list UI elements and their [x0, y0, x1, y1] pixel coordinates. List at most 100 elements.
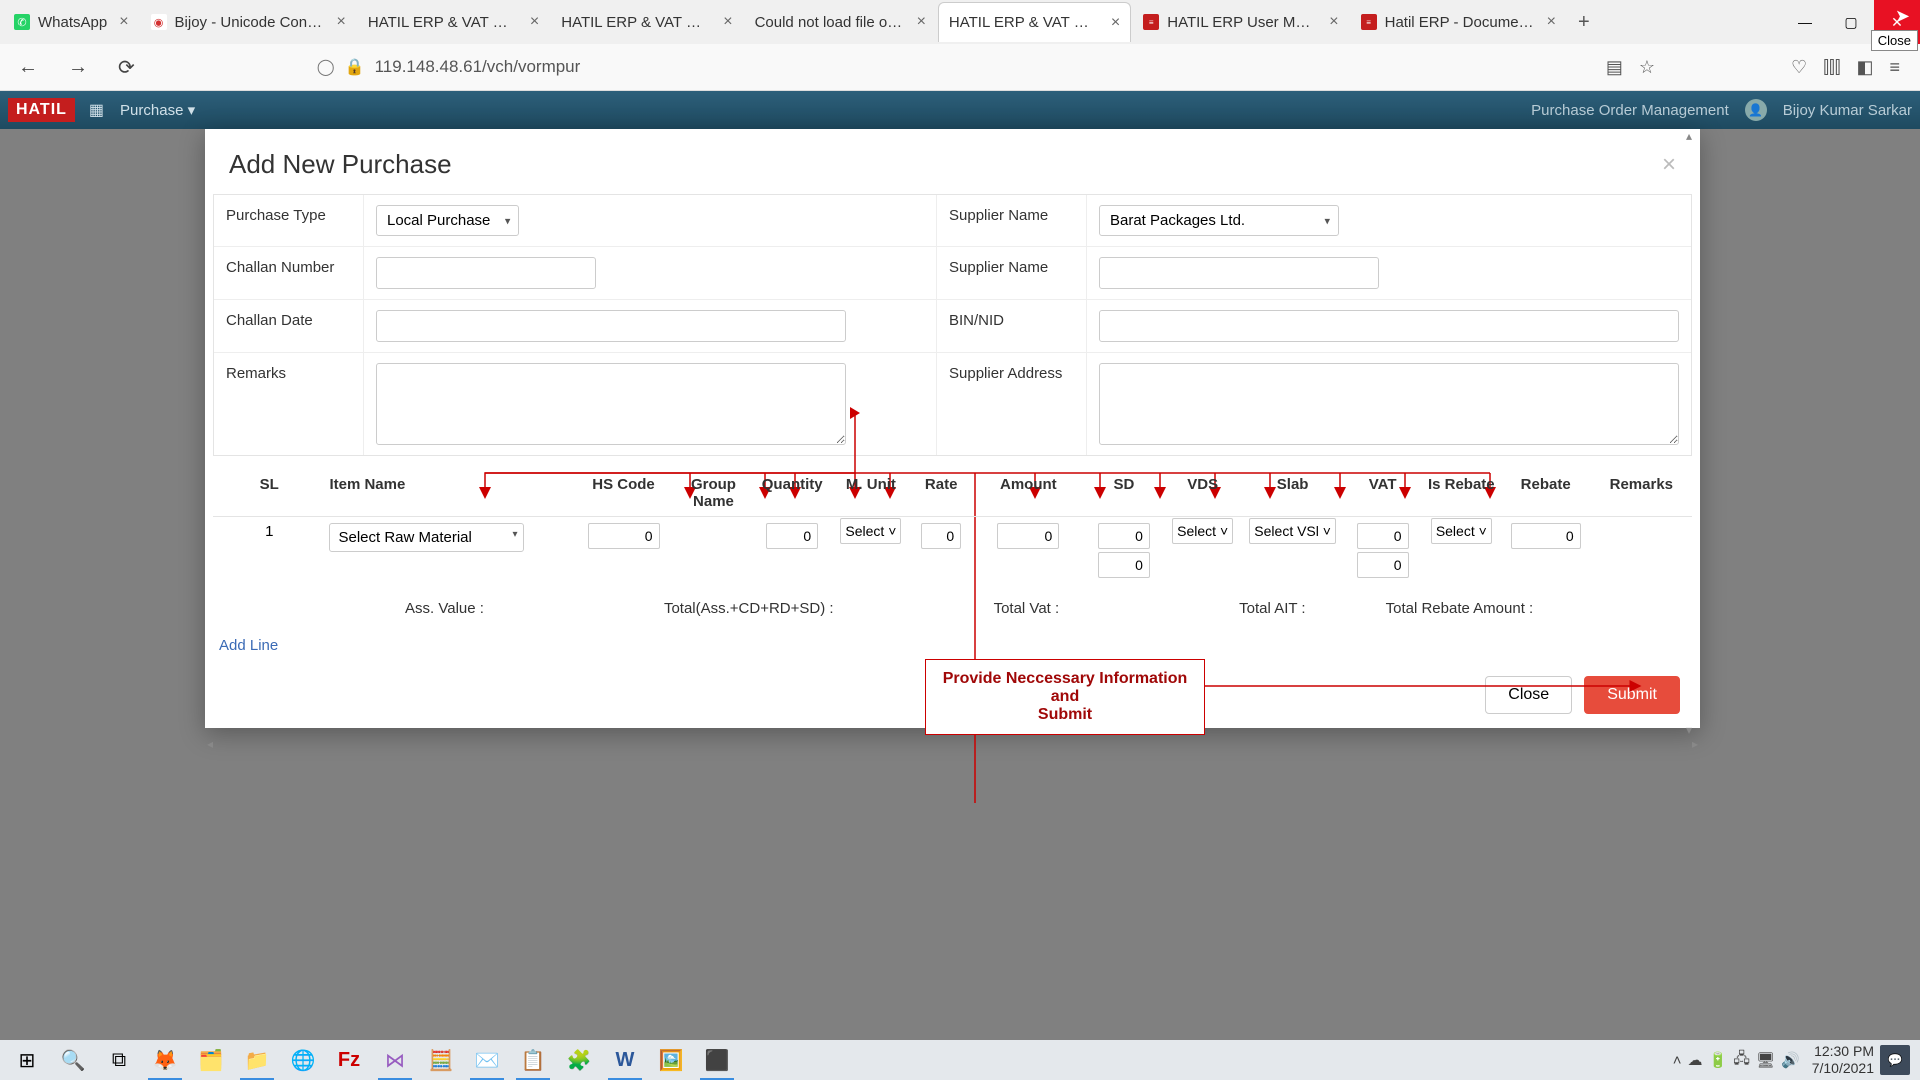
tab-documentation[interactable]: ≡ Hatil ERP - Documentation × [1351, 2, 1566, 42]
submit-button[interactable]: Submit [1584, 676, 1680, 714]
avatar[interactable]: 👤 [1745, 99, 1767, 121]
amount-input[interactable] [997, 523, 1059, 549]
horizontal-scrollbar[interactable]: ◂▸ [205, 737, 1700, 751]
tab-hatil-1[interactable]: HATIL ERP & VAT Management Sy × [358, 2, 549, 42]
maximize-button[interactable]: ▢ [1828, 0, 1874, 44]
clock[interactable]: 12:30 PM 7/10/2021 [1812, 1043, 1874, 1077]
sidebar-icon[interactable]: ◧ [1856, 57, 1873, 78]
purchase-menu[interactable]: Purchase ▾ [120, 101, 195, 119]
vat-input-bottom[interactable] [1357, 552, 1409, 578]
header-right: Purchase Order Management 👤 Bijoy Kumar … [1531, 99, 1912, 121]
tab-close-icon[interactable]: × [119, 13, 128, 31]
notification-icon[interactable]: 💬 [1880, 1045, 1910, 1075]
tab-hatil-active[interactable]: HATIL ERP & VAT Management Sy × [938, 2, 1131, 42]
col-quantity: Quantity [753, 470, 832, 517]
task-view-icon[interactable]: ⧉ [96, 1040, 142, 1080]
taskbar: ⊞ 🔍 ⧉ 🦊 🗂️ 📁 🌐 Fz ⋈ 🧮 ✉️ 📋 🧩 W 🖼️ ⬛ ˄ ☁ … [0, 1040, 1920, 1080]
challan-number-input[interactable] [376, 257, 596, 289]
m-unit-select[interactable]: Select ˅ [840, 518, 901, 544]
hatil-logo: HATIL [8, 98, 75, 122]
filezilla-icon[interactable]: Fz [326, 1040, 372, 1080]
reload-button[interactable]: ⟳ [110, 51, 143, 84]
tab-close-icon[interactable]: × [530, 13, 539, 31]
add-line-link[interactable]: Add Line [205, 629, 1700, 662]
back-button[interactable]: ← [10, 52, 46, 83]
bin-nid-label: BIN/NID [937, 300, 1087, 352]
item-name-select[interactable]: Select Raw Material [329, 523, 524, 552]
lock-icon: 🔒 [345, 57, 365, 77]
tab-error[interactable]: Could not load file or assembly 'S × [745, 2, 936, 42]
col-sl: SL [213, 470, 325, 517]
col-group-name: Group Name [674, 470, 753, 517]
mail-icon[interactable]: ✉️ [464, 1040, 510, 1080]
network-icon[interactable]: 🖧 [1733, 1048, 1750, 1073]
vds-select[interactable]: Select ˅ [1172, 518, 1233, 544]
modal-close-icon[interactable]: × [1662, 151, 1676, 179]
url-bar[interactable]: ◯ 🔒 119.148.48.61/vch/vormpur [307, 53, 1592, 81]
battery-icon[interactable]: 🔋 [1709, 1051, 1728, 1069]
sd-input-top[interactable] [1098, 523, 1150, 549]
rate-input[interactable] [921, 523, 961, 549]
hatil-icon: ≡ [1143, 14, 1159, 30]
tab-close-icon[interactable]: × [337, 13, 346, 31]
new-tab-button[interactable]: + [1568, 11, 1600, 34]
apps-icon[interactable]: ▦ [89, 100, 104, 120]
visualstudio-icon[interactable]: ⋈ [372, 1040, 418, 1080]
notes-icon[interactable]: 📋 [510, 1040, 556, 1080]
tab-hatil-2[interactable]: HATIL ERP & VAT Management Sy × [551, 2, 742, 42]
sd-input-bottom[interactable] [1098, 552, 1150, 578]
calculator-icon[interactable]: 🧮 [418, 1040, 464, 1080]
volume-icon[interactable]: 🔊 [1781, 1051, 1800, 1069]
tab-close-icon[interactable]: × [1111, 14, 1120, 32]
slab-select[interactable]: Select VSl ˅ [1249, 518, 1336, 544]
is-rebate-select[interactable]: Select ˅ [1431, 518, 1492, 544]
library-icon[interactable]: ⫿⫿⫿ [1823, 57, 1840, 78]
forward-button[interactable]: → [60, 52, 96, 83]
tab-close-icon[interactable]: × [1329, 13, 1338, 31]
hatil-icon: ≡ [1361, 14, 1377, 30]
tab-close-icon[interactable]: × [917, 13, 926, 31]
close-button[interactable]: Close [1485, 676, 1572, 714]
app-icon-2[interactable]: 🧩 [556, 1040, 602, 1080]
terminal-icon[interactable]: ⬛ [694, 1040, 740, 1080]
browser-chrome: ✆ WhatsApp × ◉ Bijoy - Unicode Converter… [0, 0, 1920, 91]
supplier-name2-input[interactable] [1099, 257, 1379, 289]
search-icon[interactable]: 🔍 [50, 1040, 96, 1080]
tab-whatsapp[interactable]: ✆ WhatsApp × [4, 2, 139, 42]
bin-nid-input[interactable] [1099, 310, 1679, 342]
vertical-scrollbar[interactable]: ▴ ▾ [1686, 129, 1698, 737]
word-icon[interactable]: W [602, 1040, 648, 1080]
tab-user-manual[interactable]: ≡ HATIL ERP User Menual × [1133, 2, 1348, 42]
supplier-name-select[interactable]: Barat Packages Ltd. [1099, 205, 1339, 236]
bookmark-icon[interactable]: ☆ [1639, 57, 1655, 78]
app-icon-1[interactable]: 🗂️ [188, 1040, 234, 1080]
vat-input-top[interactable] [1357, 523, 1409, 549]
challan-date-input[interactable] [376, 310, 846, 342]
onedrive-icon[interactable]: ☁ [1688, 1051, 1703, 1069]
hs-code-input[interactable] [588, 523, 660, 549]
purchase-type-select[interactable]: Local Purchase [376, 205, 519, 236]
chrome-icon[interactable]: 🌐 [280, 1040, 326, 1080]
tab-close-icon[interactable]: × [723, 13, 732, 31]
firefox-icon[interactable]: 🦊 [142, 1040, 188, 1080]
reader-icon[interactable]: ▤ [1606, 57, 1623, 78]
col-rate: Rate [910, 470, 972, 517]
supplier-address-textarea[interactable] [1099, 363, 1679, 445]
window-close-button[interactable]: ✕ ➤ Close [1874, 0, 1920, 44]
col-hs-code: HS Code [573, 470, 674, 517]
remarks-textarea[interactable] [376, 363, 846, 445]
display-icon[interactable]: 🖥 [1756, 1051, 1775, 1069]
chevron-up-icon[interactable]: ˄ [1673, 1052, 1682, 1069]
minimize-button[interactable]: — [1782, 0, 1828, 44]
bijoy-icon: ◉ [151, 14, 167, 30]
tab-close-icon[interactable]: × [1547, 13, 1556, 31]
pocket-icon[interactable]: ♡ [1791, 57, 1807, 78]
address-bar: ← → ⟳ ◯ 🔒 119.148.48.61/vch/vormpur ▤ ☆ … [0, 44, 1920, 91]
rebate-input[interactable] [1511, 523, 1581, 549]
start-button[interactable]: ⊞ [4, 1040, 50, 1080]
photos-icon[interactable]: 🖼️ [648, 1040, 694, 1080]
quantity-input[interactable] [766, 523, 818, 549]
menu-icon[interactable]: ≡ [1889, 57, 1900, 78]
explorer-icon[interactable]: 📁 [234, 1040, 280, 1080]
tab-bijoy[interactable]: ◉ Bijoy - Unicode Converter | fr × [141, 2, 356, 42]
